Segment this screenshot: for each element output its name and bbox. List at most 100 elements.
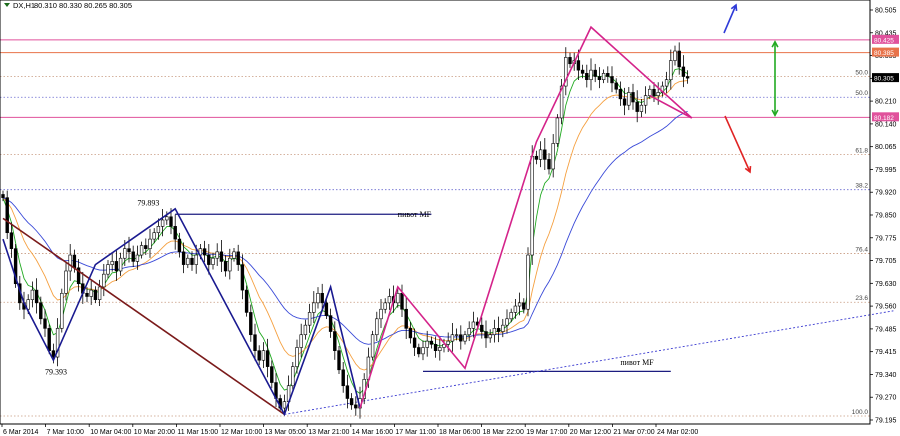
candle-body [526,254,530,310]
chart-background [0,0,900,436]
candle-body [232,251,236,259]
y-tick-label: 80.505 [875,8,897,15]
candle-body [68,254,72,272]
y-tick-label: 79.995 [875,167,897,174]
candle-body [627,92,631,106]
x-tick-label: 19 Mar 17:00 [526,429,567,436]
candle-body [429,340,434,345]
candle-body [253,334,257,351]
candle-body [459,334,463,342]
candle-body [135,254,140,262]
y-tick-label: 79.415 [875,349,897,356]
candle-body [186,257,190,265]
price-tag-label: 80.385 [874,50,894,57]
candle-body [39,302,43,320]
candle-body [97,286,102,300]
fibo-level-label: 61.8 [855,148,868,155]
candle-body [211,257,215,265]
candle-body [673,50,677,61]
y-tick-label: 79.705 [875,258,897,265]
candle-body [417,347,421,355]
candle-body [131,251,135,262]
candle-body [34,289,39,304]
candle-body [593,69,597,77]
candle-body [291,366,295,387]
candle-body [601,73,606,80]
candle-body [685,76,690,79]
candle-body [144,245,148,249]
candle-body [543,149,547,160]
candle-body [64,270,68,294]
candle-body [5,197,9,234]
candle-body [303,324,308,336]
candle-body [576,60,581,71]
candle-body [202,248,207,256]
candle-body [656,92,660,96]
fibo-level-label: 50.0 [855,70,868,77]
candle-body [522,302,526,310]
candle-body [127,248,131,253]
candle-body [446,340,450,345]
price-chart[interactable]: 50.0 50.0 61.8 38.2 76.4 23.6 100.0 79.893 79.3… [0,0,900,436]
fibo-level-label: 100.0 [852,409,869,416]
chart-annotation: пивот MF [620,358,654,367]
candle-body [307,312,312,326]
candle-body [177,238,182,253]
candle-body [299,334,303,348]
candle-body [643,95,648,106]
candle-body [648,88,652,96]
x-tick-label: 21 Mar 07:00 [613,429,654,436]
candle-body [614,82,618,90]
candle-body [534,155,539,160]
candle-body [408,328,413,339]
candle-body [320,292,324,304]
candle-body [341,369,345,387]
candle-body [585,73,589,80]
candle-body [681,66,686,77]
candle-body [547,159,551,170]
y-tick-label: 79.485 [875,326,897,333]
price-tag: 80.182 [872,112,899,122]
price-tag-label: 80.305 [874,76,894,83]
candle-body [454,334,459,336]
candle-body [139,245,144,256]
candle-body [345,385,350,399]
candle-body [517,302,522,307]
candle-body [173,226,177,240]
candle-body [618,88,623,100]
candle-body [597,76,602,80]
candle-body [383,302,387,310]
candle-body [93,289,98,300]
candle-body [484,331,488,339]
x-tick-label: 18 Mar 06:00 [439,429,480,436]
candle-body [236,251,240,265]
candle-body [337,350,341,371]
candle-body [152,232,156,240]
candle-body [530,155,534,256]
x-tick-label: 24 Mar 02:00 [657,429,698,436]
candle-body [450,334,455,342]
x-tick-label: 18 Mar 22:00 [483,429,524,436]
candle-body [165,216,169,221]
candle-body [606,73,610,77]
fibo-level-label: 76.4 [855,246,868,253]
price-tag-label: 80.182 [874,115,894,122]
candle-body [1,194,5,198]
candle-body [106,264,110,275]
candle-body [412,337,417,348]
candle-body [328,315,333,332]
x-tick-label: 6 Mar 2014 [3,429,39,436]
symbol-label: DX,H1 [13,1,35,10]
candle-body [669,60,673,80]
candle-body [257,350,261,361]
candle-body [501,324,505,332]
chart-container[interactable]: 50.0 50.0 61.8 38.2 76.4 23.6 100.0 79.893 79.3… [0,0,900,436]
candle-body [333,331,337,351]
candle-body [207,254,211,265]
candle-body [282,401,287,409]
candle-body [349,398,354,406]
candle-body [677,50,681,68]
chart-annotation: 79.893 [137,199,159,208]
candle-body [610,76,614,84]
candle-body [9,232,14,249]
